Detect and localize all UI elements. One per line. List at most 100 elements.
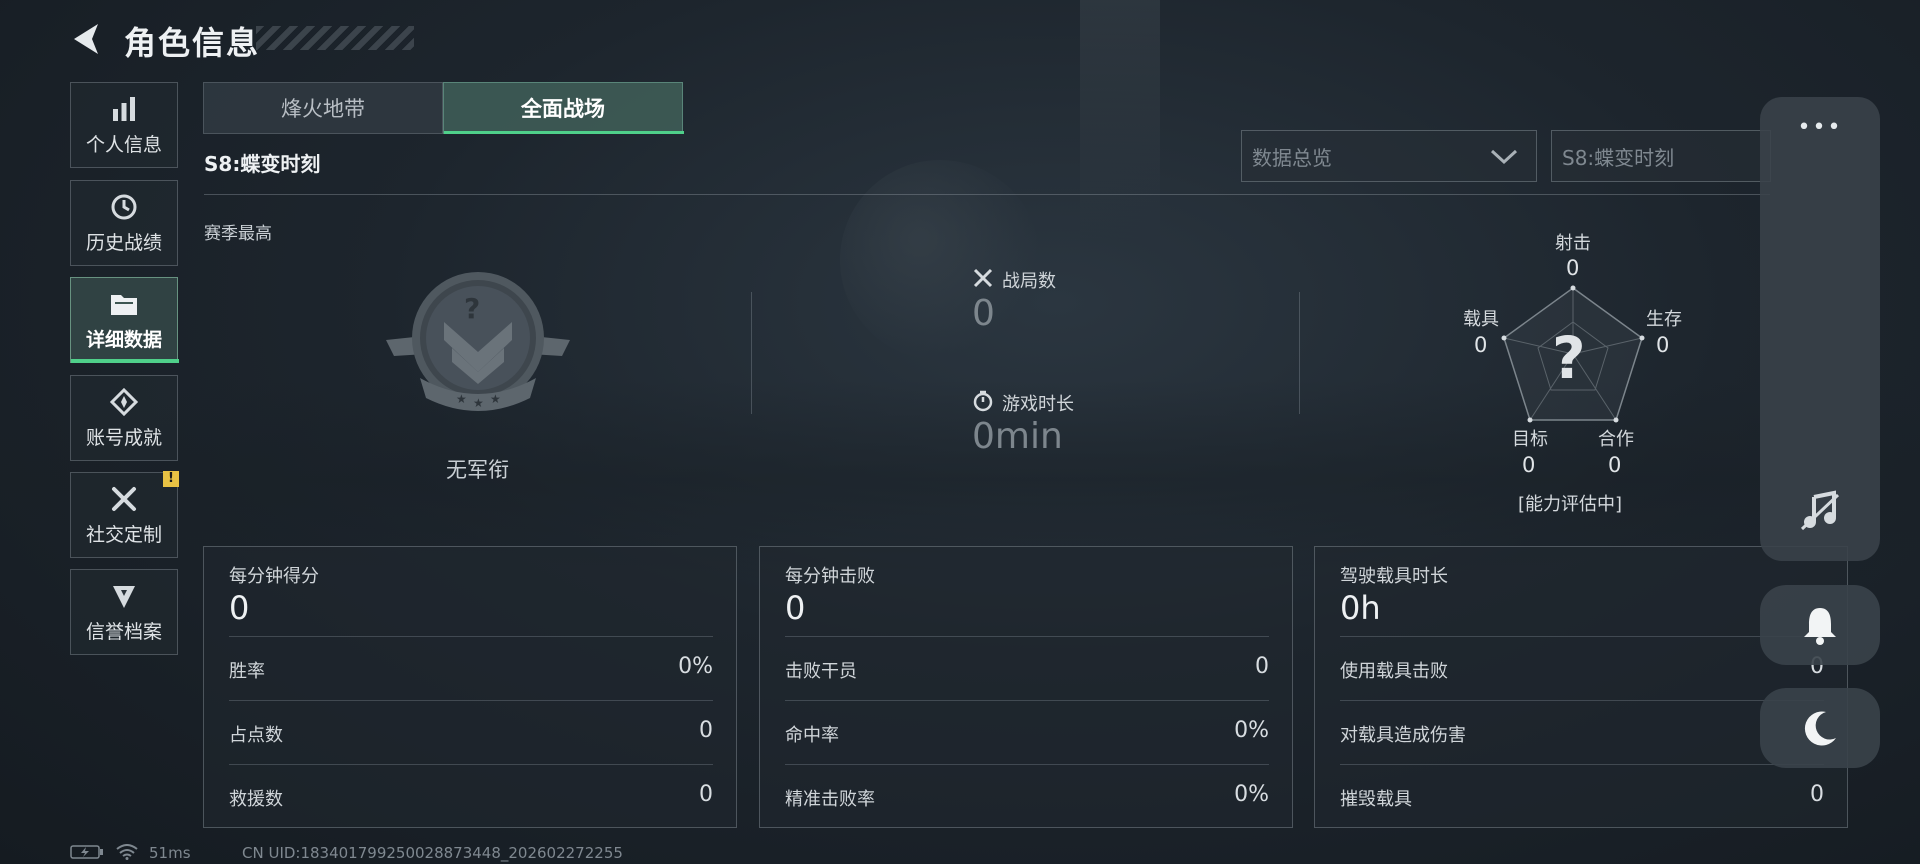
stat-value: 0 [699, 718, 713, 743]
kills-panel: 每分钟击败 0 击败干员 0 命中率 0% 精准击败率 0% [759, 546, 1293, 828]
radar-label-objective: 目标 [1512, 429, 1548, 450]
history-icon [109, 192, 139, 222]
stat-label: 占点数 [229, 725, 283, 746]
stat-row: 救援数 0 [229, 764, 713, 828]
chevron-down-icon [1490, 149, 1518, 165]
moon-icon [1804, 711, 1836, 746]
stat-label: 精准击败率 [785, 789, 875, 810]
radar-value-objective: 0 [1522, 453, 1536, 477]
bell-icon [1804, 608, 1836, 645]
matches-label: 战局数 [1002, 271, 1056, 292]
achievement-icon [109, 387, 139, 417]
stat-label: 命中率 [785, 725, 839, 746]
title-decoration [256, 26, 414, 50]
bar-chart-icon [109, 94, 139, 124]
radar-value-survival: 0 [1656, 333, 1670, 357]
warning-badge: ! [163, 471, 179, 487]
category-dropdown[interactable]: 数据总览 [1241, 130, 1537, 182]
svg-text:★: ★ [473, 396, 484, 410]
stat-value: 0% [1234, 718, 1269, 743]
mute-music-button[interactable] [1798, 489, 1842, 537]
stat-value: 0 [699, 782, 713, 807]
svg-text:★: ★ [490, 392, 501, 406]
radar-unknown-glyph: ? [1552, 324, 1586, 392]
season-dropdown-value: S8:蝶变时刻 [1562, 145, 1675, 170]
score-panel: 每分钟得分 0 胜率 0% 占点数 0 救援数 0 [203, 546, 737, 828]
category-dropdown-value: 数据总览 [1252, 145, 1332, 170]
night-mode-button[interactable] [1760, 688, 1880, 768]
vertical-divider [751, 292, 752, 414]
radar-label-survival: 生存 [1646, 309, 1682, 330]
tools-icon [109, 484, 139, 514]
stat-row: 胜率 0% [229, 636, 713, 700]
vertical-divider [1299, 292, 1300, 414]
stat-label: 击败干员 [785, 661, 857, 682]
stat-row: 对载具造成伤害 [1340, 700, 1824, 764]
stat-value: 0 [1810, 782, 1824, 807]
more-menu-button[interactable]: ••• [1760, 115, 1880, 140]
stat-label: 摧毁载具 [1340, 789, 1412, 810]
ping-value: 51ms [149, 844, 191, 862]
radar-label-cooperation: 合作 [1598, 429, 1634, 450]
stat-value: 0% [678, 654, 713, 679]
tab-hazard-zone[interactable]: 烽火地带 [203, 82, 443, 134]
sidebar-item-label: 信誉档案 [85, 620, 162, 643]
stat-label: 对载具造成伤害 [1340, 725, 1466, 746]
sidebar-item-label: 个人信息 [85, 133, 162, 156]
sidebar-item-history[interactable]: 历史战绩 [70, 180, 178, 266]
stat-row: 摧毁载具 0 [1340, 764, 1824, 828]
sidebar-item-detailed-data[interactable]: 详细数据 [70, 277, 179, 363]
stat-label: 救援数 [229, 789, 283, 810]
stat-value: 0 [1255, 654, 1269, 679]
sidebar-item-social[interactable]: 社交定制 ! [70, 471, 179, 558]
sidebar-item-label: 账号成就 [85, 426, 162, 449]
floating-toolbar: ••• [1760, 97, 1880, 561]
radar-label-vehicle: 载具 [1463, 309, 1499, 330]
radar-status: [能力评估中] [1518, 494, 1623, 515]
background-tower [1080, 0, 1160, 240]
rank-unknown-glyph: ? [464, 292, 481, 325]
sidebar-item-profile[interactable]: 个人信息 [70, 82, 178, 168]
matches-value: 0 [972, 293, 995, 334]
wifi-icon [116, 844, 138, 864]
season-best-label: 赛季最高 [204, 224, 272, 244]
stat-label: 胜率 [229, 661, 265, 682]
background-radar-dish [840, 160, 1040, 360]
tab-full-battlefield[interactable]: 全面战场 [443, 82, 684, 134]
folder-icon [109, 289, 139, 319]
matches-stat: 战局数 0 [972, 267, 1056, 334]
sidebar-item-achievements[interactable]: 账号成就 [70, 375, 178, 461]
page-title: 角色信息 [124, 24, 261, 62]
season-title: S8:蝶变时刻 [204, 152, 321, 176]
panel-title: 驾驶载具时长 [1340, 566, 1448, 587]
radar-value-shooting: 0 [1566, 256, 1580, 280]
shield-badge-icon [109, 581, 139, 611]
back-button[interactable] [68, 20, 108, 58]
panel-value: 0h [1340, 589, 1381, 627]
svg-text:★: ★ [456, 392, 467, 406]
stat-value: 0% [1234, 782, 1269, 807]
stat-row: 命中率 0% [785, 700, 1269, 764]
sidebar-item-label: 详细数据 [85, 328, 162, 351]
radar-label-shooting: 射击 [1555, 233, 1591, 254]
user-uid: CN UID:18340179925002887​3448_2026022722… [242, 844, 623, 862]
stat-row: 占点数 0 [229, 700, 713, 764]
rank-name: 无军衔 [446, 458, 509, 482]
season-dropdown[interactable]: S8:蝶变时刻 [1551, 130, 1771, 182]
ability-radar: ? [1500, 284, 1646, 428]
rank-emblem: ★ ★ ★ ? [384, 270, 572, 424]
sidebar-item-reputation[interactable]: 信誉档案 [70, 569, 178, 655]
divider [204, 194, 1770, 195]
stat-label: 使用载具击败 [1340, 661, 1448, 682]
playtime-value: 0min [972, 416, 1063, 457]
vehicle-panel: 驾驶载具时长 0h 使用载具击败 0 对载具造成伤害 摧毁载具 0 [1314, 546, 1848, 828]
music-off-icon [1800, 490, 1840, 531]
panel-value: 0 [785, 589, 806, 627]
crossed-swords-icon [973, 268, 993, 288]
sidebar-item-label: 社交定制 [85, 523, 162, 546]
stat-row: 精准击败率 0% [785, 764, 1269, 828]
notification-button[interactable] [1760, 585, 1880, 665]
playtime-stat: 游戏时长 0min [972, 390, 1074, 457]
stat-row: 使用载具击败 0 [1340, 636, 1824, 700]
battery-icon [70, 844, 104, 864]
